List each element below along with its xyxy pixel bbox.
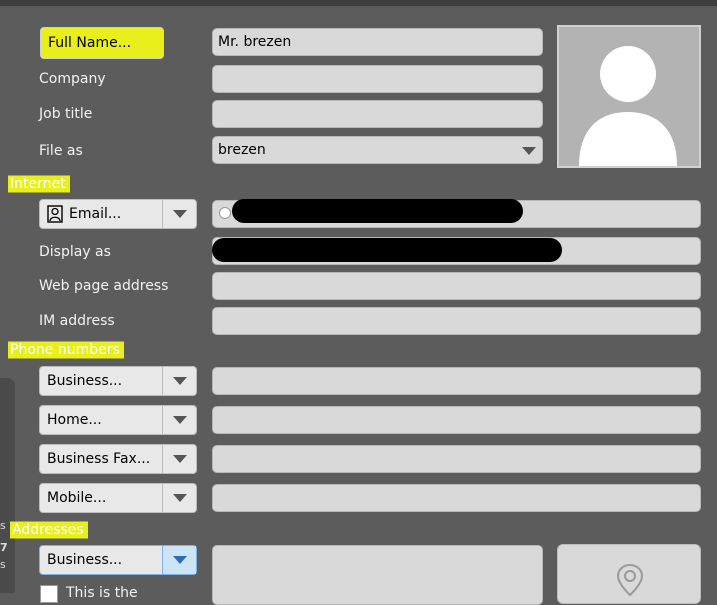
side-panel-text: 7 [0,541,8,554]
redaction-mark [232,199,523,223]
status-circle-icon [219,207,231,219]
map-pin-icon [616,563,644,597]
full-name-button-label: Full Name... [48,35,132,51]
company-label: Company [39,71,106,87]
address-dropdown-arrow[interactable] [162,546,196,574]
email-type-dropdown[interactable]: Email... [39,199,197,229]
person-card-icon [47,205,63,223]
phone-section-label: Phone numbers [10,342,120,358]
phone-type-dropdown[interactable]: Home... [39,405,197,435]
contact-photo[interactable] [557,25,701,168]
mailing-address-checkbox[interactable] [40,585,58,603]
phone-type-dropdown[interactable]: Mobile... [39,483,197,513]
display-as-label: Display as [39,244,111,260]
file-as-value: brezen [218,142,266,158]
phone-type-label: Home... [47,412,102,428]
chevron-down-icon [172,377,187,385]
chevron-down-icon [522,147,536,155]
file-as-label: File as [39,143,83,159]
phone-type-label: Business Fax... [47,451,151,467]
full-name-input[interactable]: Mr. brezen [212,28,543,56]
phone-dropdown-arrow[interactable] [162,367,196,395]
chevron-down-icon [172,210,187,218]
side-panel-text: s [0,519,6,532]
window-top-border [0,0,717,6]
side-panel-text: s [0,558,6,571]
contact-avatar-icon [579,46,677,166]
chevron-down-icon [172,455,187,463]
web-page-input[interactable] [212,272,701,300]
redaction-mark [212,238,562,262]
address-type-dropdown[interactable]: Business... [39,545,197,575]
company-input[interactable] [212,65,543,93]
email-button-label: Email... [69,206,122,222]
map-button[interactable] [557,544,701,604]
file-as-select[interactable]: brezen [212,136,543,164]
internet-section-heading: Internet [8,173,70,195]
job-title-input[interactable] [212,100,543,128]
web-page-label: Web page address [39,278,169,294]
phone-input[interactable] [212,367,701,395]
phone-dropdown-arrow[interactable] [162,406,196,434]
addresses-section-heading: Addresses [10,519,88,541]
address-type-label: Business... [47,552,123,568]
phone-dropdown-arrow[interactable] [162,484,196,512]
chevron-down-icon [172,556,187,564]
phone-input[interactable] [212,406,701,434]
phone-type-dropdown[interactable]: Business... [39,366,197,396]
phone-input[interactable] [212,445,701,473]
phone-dropdown-arrow[interactable] [162,445,196,473]
job-title-label: Job title [39,106,93,122]
email-dropdown-arrow[interactable] [162,200,196,228]
addresses-section-label: Addresses [12,522,84,538]
phone-input[interactable] [212,484,701,512]
chevron-down-icon [172,494,187,502]
phone-type-label: Business... [47,373,123,389]
phone-type-dropdown[interactable]: Business Fax... [39,444,197,474]
address-textarea[interactable] [212,545,543,605]
full-name-button[interactable]: Full Name... [40,27,164,59]
im-address-label: IM address [39,313,115,329]
im-address-input[interactable] [212,307,701,335]
mailing-address-label: This is the [66,585,138,601]
phone-type-label: Mobile... [47,490,107,506]
full-name-value: Mr. brezen [218,34,292,50]
internet-section-label: Internet [10,176,66,192]
chevron-down-icon [172,416,187,424]
phone-section-heading: Phone numbers [8,339,124,361]
